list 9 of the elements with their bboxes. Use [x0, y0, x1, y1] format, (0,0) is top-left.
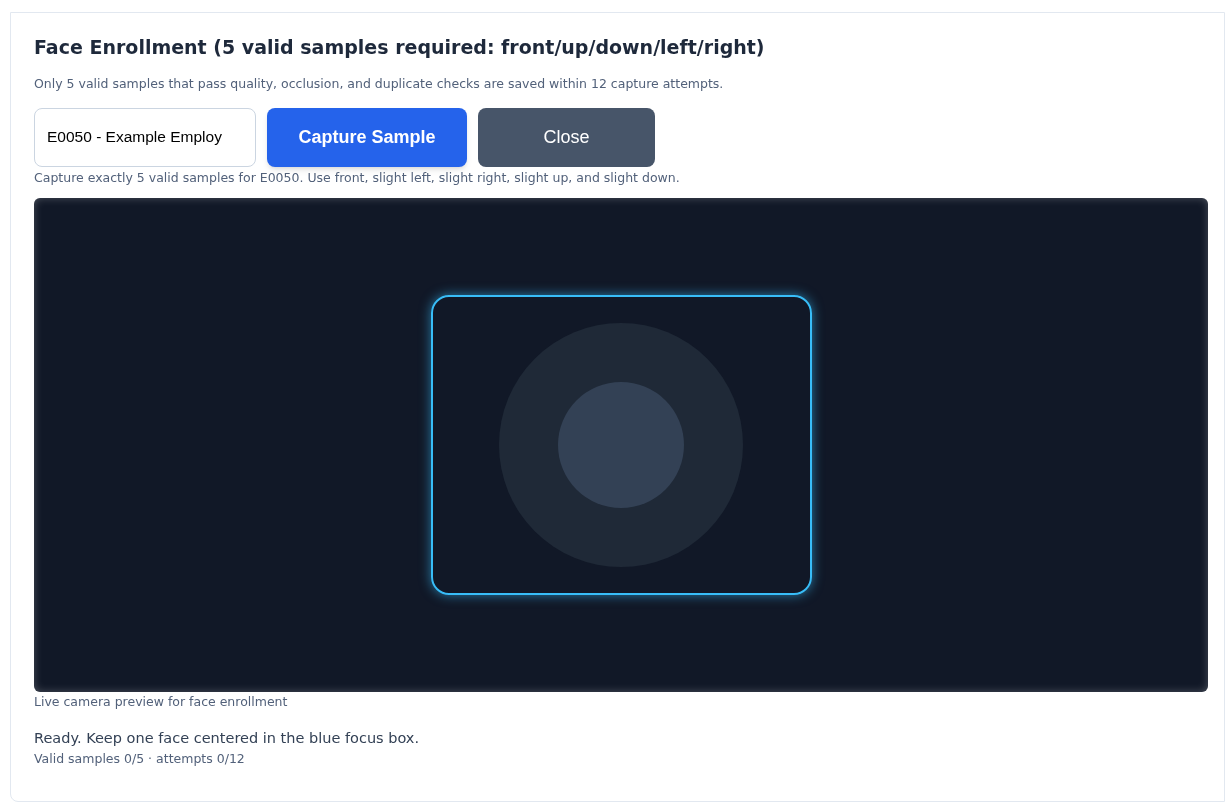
sample-counter: Valid samples 0/5 · attempts 0/12: [34, 750, 246, 768]
dialog-description: Only 5 valid samples that pass quality, occlusion, and duplicate checks are saved within 12 capture attempts.: [34, 75, 725, 93]
capture-button[interactable]: Capture Sample: [267, 107, 467, 167]
status-message: Ready. Keep one face centered in the blue focus box.: [34, 729, 421, 749]
close-button[interactable]: Close: [478, 107, 655, 167]
dialog-title: Face Enrollment (5 valid samples required: front/up/down/left/right): [34, 35, 766, 60]
capture-hint: Capture exactly 5 valid samples for E0050. Use front, slight left, slight right, slight up, and slight down.: [34, 168, 681, 187]
preview-caption: Live camera preview for face enrollment: [34, 692, 289, 711]
employee-field[interactable]: E0050 - Example Employ: [34, 107, 256, 167]
